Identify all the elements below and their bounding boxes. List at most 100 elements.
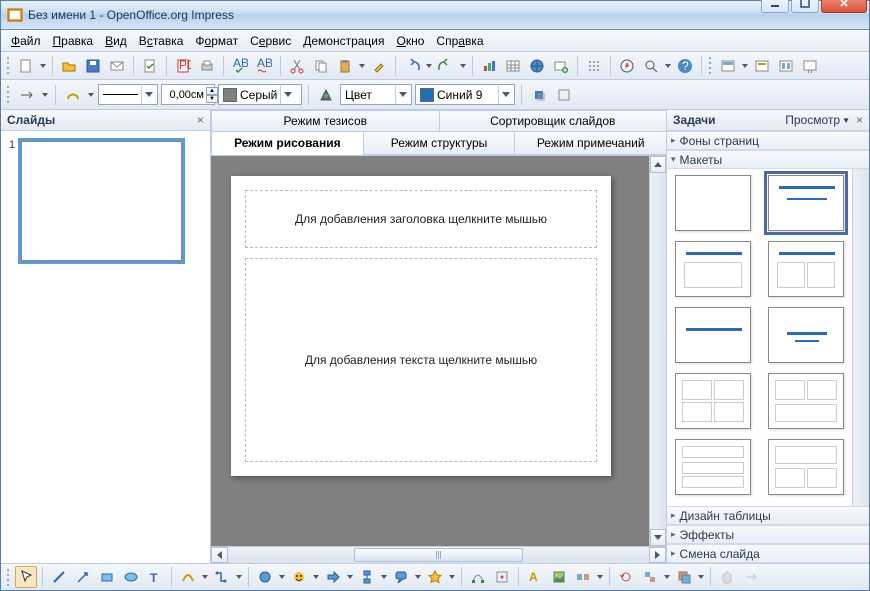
export-pdf-button[interactable]: PDF — [172, 55, 194, 77]
menu-tools[interactable]: Сервис — [244, 32, 297, 50]
tab-structure-view[interactable]: Режим структуры — [363, 132, 516, 155]
connector-tool[interactable] — [211, 566, 233, 588]
tab-drawing-view[interactable]: Режим рисования — [211, 132, 364, 155]
menu-window[interactable]: Окно — [391, 32, 431, 50]
align-dropdown[interactable] — [663, 575, 671, 579]
layout-two-content[interactable] — [768, 241, 844, 297]
tab-slide-sorter[interactable]: Сортировщик слайдов — [439, 110, 668, 131]
layout-title-only[interactable] — [675, 241, 751, 297]
insert-slide-button[interactable] — [550, 55, 572, 77]
autospell-button[interactable]: ABC — [253, 55, 275, 77]
print-button[interactable] — [196, 55, 218, 77]
line-endings-dropdown[interactable] — [87, 93, 95, 97]
flowchart-dropdown[interactable] — [380, 575, 388, 579]
line-endings-button[interactable] — [62, 84, 84, 106]
slides-panel-close-icon[interactable]: × — [197, 113, 204, 127]
interaction-tool[interactable] — [740, 566, 762, 588]
callout-tool[interactable] — [390, 566, 412, 588]
scroll-left-icon[interactable] — [211, 547, 228, 563]
curve-dropdown[interactable] — [201, 575, 209, 579]
fontwork-tool[interactable]: A — [524, 566, 546, 588]
section-master-pages[interactable]: ▸Фоны страниц — [667, 131, 869, 150]
slide-design-button[interactable] — [751, 55, 773, 77]
basic-shapes-dropdown[interactable] — [278, 575, 286, 579]
slide-template-dropdown[interactable] — [741, 64, 749, 68]
menu-edit[interactable]: Правка — [47, 32, 100, 50]
area-button[interactable] — [315, 84, 337, 106]
arrange-dropdown[interactable] — [697, 575, 705, 579]
scroll-up-icon[interactable] — [650, 156, 666, 173]
slideshow-button[interactable] — [799, 55, 821, 77]
extra-button[interactable] — [553, 84, 575, 106]
layout-4-boxes[interactable] — [675, 373, 751, 429]
connector-dropdown[interactable] — [235, 575, 243, 579]
gallery-tool[interactable] — [572, 566, 594, 588]
open-button[interactable] — [58, 55, 80, 77]
layout-title-content[interactable] — [768, 175, 844, 231]
menu-slideshow[interactable]: Демонстрация — [297, 32, 390, 50]
hyperlink-button[interactable] — [526, 55, 548, 77]
layout-2over1[interactable] — [768, 373, 844, 429]
edit-file-button[interactable] — [139, 55, 161, 77]
tab-outline-view[interactable]: Режим тезисов — [211, 110, 440, 131]
line-tool[interactable] — [48, 566, 70, 588]
email-button[interactable] — [106, 55, 128, 77]
cut-button[interactable] — [286, 55, 308, 77]
scroll-right-icon[interactable] — [649, 547, 666, 563]
toolbar-grip-3[interactable] — [5, 85, 11, 105]
format-paintbrush-button[interactable] — [368, 55, 390, 77]
rectangle-tool[interactable] — [96, 566, 118, 588]
line-width-input[interactable] — [166, 89, 204, 101]
line-style-combo[interactable] — [98, 84, 158, 105]
layouts-scrollbar[interactable] — [852, 169, 869, 506]
section-layouts[interactable]: ▾Макеты — [667, 150, 869, 169]
menu-help[interactable]: Справка — [430, 32, 489, 50]
title-placeholder[interactable]: Для добавления заголовка щелкните мышью — [245, 190, 597, 248]
select-tool[interactable] — [15, 566, 37, 588]
arrow-style-dropdown[interactable] — [41, 93, 49, 97]
grid-button[interactable] — [583, 55, 605, 77]
toolbar-grip-2[interactable] — [707, 56, 713, 76]
close-button[interactable] — [821, 0, 867, 13]
arrange-tool[interactable] — [673, 566, 695, 588]
spin-down[interactable]: ▼ — [206, 95, 218, 103]
layout-1over2[interactable] — [768, 439, 844, 495]
toolbar-grip[interactable] — [5, 56, 11, 76]
maximize-button[interactable] — [791, 0, 819, 13]
arrow-tool[interactable] — [72, 566, 94, 588]
scroll-track[interactable] — [650, 173, 666, 529]
symbol-shapes-dropdown[interactable] — [312, 575, 320, 579]
flowchart-tool[interactable] — [356, 566, 378, 588]
menu-format[interactable]: Формат — [189, 32, 244, 50]
extrusion-tool[interactable] — [716, 566, 738, 588]
navigator-button[interactable] — [616, 55, 638, 77]
curve-tool[interactable] — [177, 566, 199, 588]
table-button[interactable] — [502, 55, 524, 77]
symbol-shapes-tool[interactable] — [288, 566, 310, 588]
slide-thumbnail[interactable]: 1 — [11, 141, 200, 261]
paste-button[interactable] — [334, 55, 356, 77]
from-file-tool[interactable] — [548, 566, 570, 588]
slide-layout-button[interactable] — [775, 55, 797, 77]
block-arrows-tool[interactable] — [322, 566, 344, 588]
text-tool[interactable]: T — [144, 566, 166, 588]
spin-up[interactable]: ▲ — [206, 87, 218, 95]
undo-button[interactable] — [401, 55, 423, 77]
drawbar-grip[interactable] — [5, 567, 11, 587]
line-width-spinner[interactable]: ▲▼ — [161, 84, 215, 105]
layout-centered-text[interactable] — [768, 307, 844, 363]
arrow-style-button[interactable] — [16, 84, 38, 106]
undo-dropdown[interactable] — [425, 64, 433, 68]
section-transition[interactable]: ▸Смена слайда — [667, 544, 869, 563]
redo-button[interactable] — [435, 55, 457, 77]
zoom-button[interactable] — [640, 55, 662, 77]
fill-type-combo[interactable]: Цвет — [340, 84, 412, 105]
tab-notes-view[interactable]: Режим примечаний — [514, 132, 667, 155]
vertical-scrollbar[interactable] — [649, 156, 666, 546]
layout-blank[interactable] — [675, 175, 751, 231]
help-button[interactable]: ? — [674, 55, 696, 77]
spellcheck-button[interactable]: ABC — [229, 55, 251, 77]
line-color-combo[interactable]: Серый — [218, 84, 302, 105]
hscroll-thumb[interactable] — [354, 548, 522, 562]
task-panel-view-menu[interactable]: Просмотр ▼ × — [785, 113, 863, 127]
